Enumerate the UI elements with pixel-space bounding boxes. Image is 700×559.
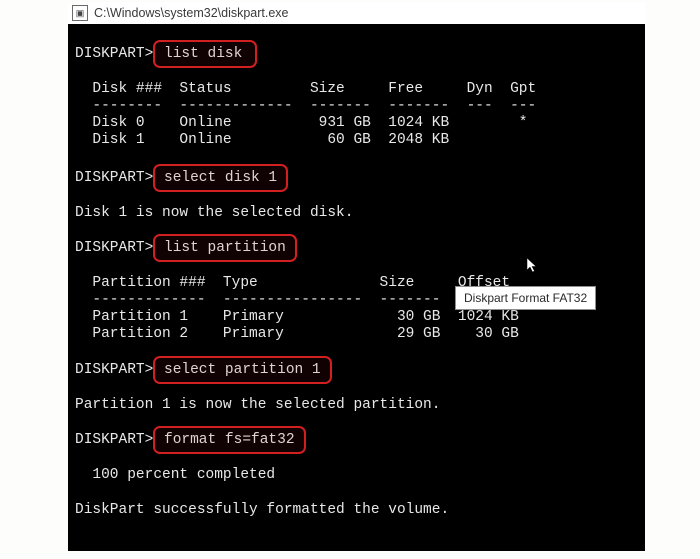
disk-row-1: Disk 1 Online 60 GB 2048 KB <box>75 132 449 149</box>
prompt: DISKPART> <box>75 46 153 63</box>
success-message: DiskPart successfully formatted the volu… <box>75 502 449 519</box>
msg-selected-disk: Disk 1 is now the selected disk. <box>75 205 353 222</box>
part-divider: ------------- ---------------- ------- -… <box>75 292 519 309</box>
disk-divider: -------- ------------- ------- ------- -… <box>75 98 536 115</box>
terminal-output[interactable]: DISKPART> list disk Disk ### Status Size… <box>68 24 645 551</box>
msg-selected-partition: Partition 1 is now the selected partitio… <box>75 397 440 414</box>
app-icon: ▣ <box>72 5 88 21</box>
disk-row-0: Disk 0 Online 931 GB 1024 KB * <box>75 115 527 132</box>
window-title: C:\Windows\system32\diskpart.exe <box>94 6 289 20</box>
part-row-2: Partition 2 Primary 29 GB 30 GB <box>75 326 519 343</box>
window-titlebar: ▣ C:\Windows\system32\diskpart.exe <box>68 2 645 24</box>
highlight-box <box>153 40 257 68</box>
mouse-cursor-icon <box>527 258 539 274</box>
console-window: ▣ C:\Windows\system32\diskpart.exe DISKP… <box>68 2 645 551</box>
prompt: DISKPART> <box>75 362 153 379</box>
prompt: DISKPART> <box>75 240 153 257</box>
image-tooltip: Diskpart Format FAT32 <box>455 286 596 310</box>
prompt: DISKPART> <box>75 432 153 449</box>
part-row-1: Partition 1 Primary 30 GB 1024 KB <box>75 309 519 326</box>
highlight-box <box>153 234 297 262</box>
disk-header: Disk ### Status Size Free Dyn Gpt <box>75 81 536 98</box>
highlight-box <box>153 164 288 192</box>
highlight-box <box>153 426 306 454</box>
part-header: Partition ### Type Size Offset <box>75 275 510 292</box>
progress-text: 100 percent completed <box>75 467 275 484</box>
prompt: DISKPART> <box>75 170 153 187</box>
highlight-box <box>153 356 332 384</box>
